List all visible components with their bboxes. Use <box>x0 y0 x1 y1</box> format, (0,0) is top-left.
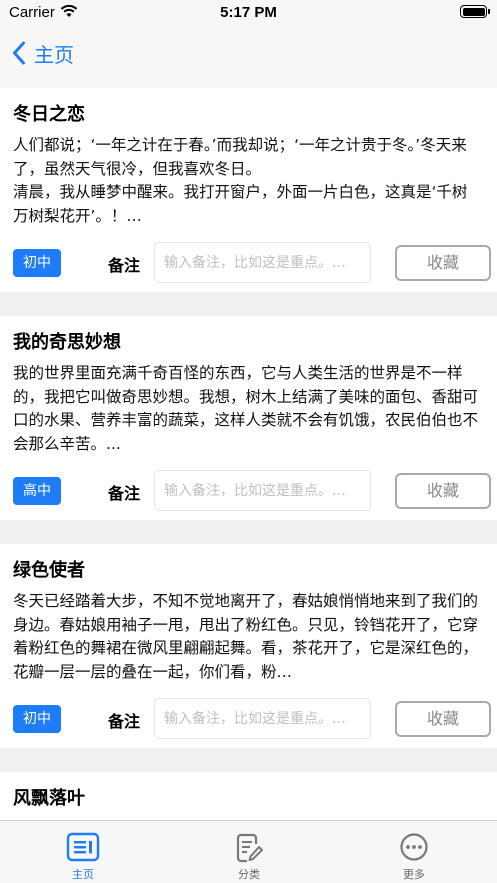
note-label: 备注 <box>108 256 141 275</box>
back-button[interactable]: 主页 <box>12 38 74 68</box>
navigation-bar: 主页 <box>0 26 497 88</box>
grade-badge[interactable]: 初中 <box>13 705 61 733</box>
article-title: 绿色使者 <box>13 560 85 581</box>
edit-doc-icon <box>236 833 263 863</box>
note-label: 备注 <box>108 484 141 503</box>
chevron-left-icon <box>13 41 25 65</box>
article-title: 我的奇思妙想 <box>13 332 121 353</box>
article-card[interactable]: 冬日之恋 人们都说；‘一年之计在于春。’而我却说；‘一年之计贵于冬。’冬天来了，… <box>0 88 497 292</box>
tab-label: 分类 <box>238 868 260 881</box>
tab-label: 主页 <box>72 868 94 881</box>
article-title: 冬日之恋 <box>13 104 85 125</box>
status-bar: Carrier 5:17 PM <box>0 0 497 26</box>
article-excerpt: 我的世界里面充满千奇百怪的东西，它与人类生活的世界是不一样的，我把它叫做奇思妙想… <box>13 364 479 453</box>
article-list[interactable]: 冬日之恋 人们都说；‘一年之计在于春。’而我却说；‘一年之计贵于冬。’冬天来了，… <box>0 88 497 820</box>
tab-home[interactable]: 主页 <box>0 821 166 883</box>
note-input[interactable] <box>154 698 371 739</box>
tab-category[interactable]: 分类 <box>166 821 332 883</box>
more-icon <box>400 833 428 861</box>
favorite-button[interactable]: 收藏 <box>395 245 491 281</box>
tab-bar: 主页 分类 更多 <box>0 820 497 883</box>
list-icon <box>66 832 100 862</box>
article-excerpt: 冬天已经踏着大步，不知不觉地离开了，春姑娘悄悄地来到了我们的身边。春姑娘用袖子一… <box>13 592 479 681</box>
article-excerpt: 人们都说；‘一年之计在于春。’而我却说；‘一年之计贵于冬。’冬天来了，虽然天气很… <box>13 136 468 225</box>
tab-label: 更多 <box>403 868 425 881</box>
favorite-button[interactable]: 收藏 <box>395 701 491 737</box>
note-label: 备注 <box>108 712 141 731</box>
article-card[interactable]: 绿色使者 冬天已经踏着大步，不知不觉地离开了，春姑娘悄悄地来到了我们的身边。春姑… <box>0 544 497 748</box>
back-label: 主页 <box>34 42 74 67</box>
tab-more[interactable]: 更多 <box>331 821 497 883</box>
article-title: 风飘落叶 <box>13 788 85 809</box>
grade-badge[interactable]: 初中 <box>13 249 61 277</box>
article-card[interactable]: 我的奇思妙想 我的世界里面充满千奇百怪的东西，它与人类生活的世界是不一样的，我把… <box>0 316 497 520</box>
clock: 5:17 PM <box>220 4 277 21</box>
article-card[interactable]: 风飘落叶 <box>0 772 497 820</box>
battery-icon <box>460 5 490 18</box>
grade-badge[interactable]: 高中 <box>13 477 61 505</box>
favorite-button[interactable]: 收藏 <box>395 473 491 509</box>
note-input[interactable] <box>154 470 371 511</box>
note-input[interactable] <box>154 242 371 283</box>
